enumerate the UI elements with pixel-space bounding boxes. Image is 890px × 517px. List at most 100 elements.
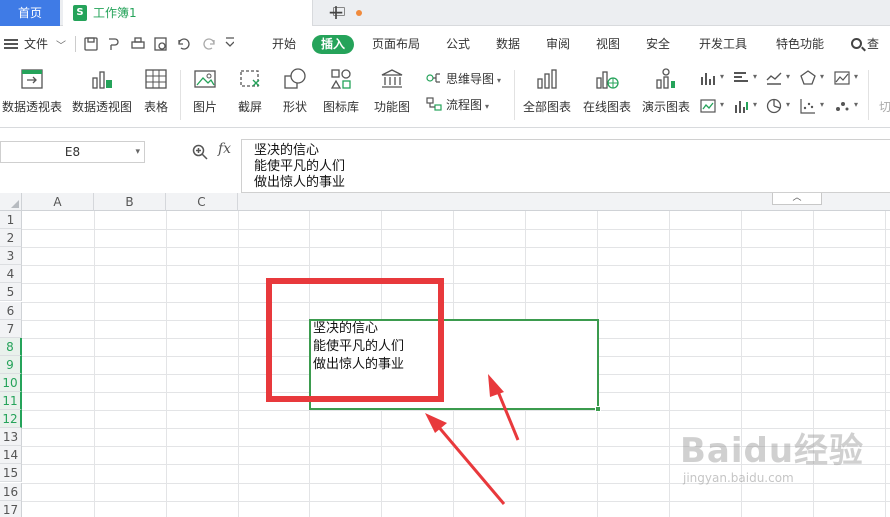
online-charts-label: 在线图表	[582, 100, 631, 114]
scatter-chart-button[interactable]: ▾	[800, 98, 836, 114]
annotation-arrowhead	[425, 413, 447, 433]
scatter-chart-icon	[800, 99, 815, 114]
radar-chart-button[interactable]: ▾	[800, 70, 836, 86]
menu-tab-start[interactable]: 开始	[272, 26, 296, 62]
pie-chart-icon	[766, 98, 782, 114]
name-box[interactable]: E8 ▾	[0, 141, 145, 163]
menu-tab-security[interactable]: 安全	[646, 26, 670, 62]
combo-chart-icon	[700, 99, 716, 113]
fx-icon[interactable]: fx	[218, 141, 231, 157]
pivot-chart-label: 数据透视图	[72, 100, 133, 114]
save-icon[interactable]	[84, 37, 98, 51]
table-label: 表格	[143, 100, 168, 114]
line-chart-icon	[766, 72, 782, 85]
menu-tab-formula[interactable]: 公式	[446, 26, 470, 62]
mind-map-label: 思维导图	[446, 72, 495, 86]
all-charts-icon	[537, 69, 557, 89]
print-icon[interactable]	[131, 41, 145, 49]
menu-tab-page-layout[interactable]: 页面布局	[372, 26, 420, 62]
print-icon-top	[134, 37, 142, 43]
annotation-arrow	[435, 424, 506, 505]
column-chart-icon	[701, 73, 715, 85]
save-icon-slot	[87, 37, 95, 43]
formula-line: 能使平凡的人们	[254, 159, 346, 174]
format-painter-icon[interactable]	[109, 38, 119, 50]
name-box-value: E8	[64, 145, 81, 159]
all-charts-label: 全部图表	[522, 100, 571, 114]
function-chart-icon	[381, 69, 403, 88]
menu-bar: 文件 ﹀ 开始 插入 页面布局 公式 数据 审阅 视图 安全 开发工具 特色功能…	[0, 26, 890, 87]
annotation-arrow	[495, 388, 520, 441]
pie-chart-button[interactable]: ▾	[766, 98, 802, 114]
menu-divider	[75, 36, 76, 52]
redo-icon[interactable]	[203, 38, 215, 50]
title-tab-bar: 首页 S 工作簿1 +	[0, 0, 890, 26]
chevron-down-icon[interactable]: ▾	[135, 142, 140, 162]
function-chart-label: 功能图	[373, 100, 410, 114]
customize-toolbar-icon[interactable]	[225, 37, 234, 47]
flowchart-icon	[426, 97, 442, 111]
menu-tab-developer[interactable]: 开发工具	[699, 26, 747, 62]
screenshot-button[interactable]: 截屏	[231, 66, 269, 115]
ribbon-overflow-label[interactable]: 切	[879, 98, 890, 115]
spreadsheet-icon: S	[73, 5, 87, 21]
flowchart-button[interactable]: 流程图 ▾	[426, 96, 489, 113]
table-icon	[145, 69, 167, 89]
pivot-chart-icon	[92, 71, 112, 89]
pivot-table-icon	[21, 69, 43, 89]
mind-map-button[interactable]: 思维导图 ▾	[426, 70, 501, 87]
menu-tab-special[interactable]: 特色功能	[776, 26, 824, 62]
demo-charts-icon	[656, 68, 675, 89]
stock-chart-icon	[735, 101, 748, 113]
formula-bar: E8 ▾ fx 坚决的信心 能使平凡的人们 做出惊人的事业	[0, 139, 890, 193]
formula-input[interactable]: 坚决的信心 能使平凡的人们 做出惊人的事业	[241, 139, 890, 193]
online-charts-button[interactable]: 在线图表	[580, 66, 634, 115]
area-chart-button[interactable]: ▾	[834, 70, 870, 86]
bar-chart-button[interactable]: ▾	[733, 70, 769, 86]
annotation-arrowhead	[488, 374, 504, 397]
add-tab-button[interactable]: +	[325, 0, 347, 26]
ribbon-divider	[514, 70, 515, 120]
document-title: 工作簿1	[93, 6, 137, 20]
icon-library-icon	[330, 69, 351, 89]
menu-tab-view[interactable]: 视图	[596, 26, 620, 62]
function-chart-button[interactable]: 功能图	[368, 66, 416, 115]
spreadsheet-grid[interactable]: A B C ︿ 123456789101112131415161718 坚决的信…	[0, 193, 890, 517]
picture-button[interactable]: 图片	[186, 66, 224, 115]
formula-line: 做出惊人的事业	[254, 175, 346, 190]
tab-document[interactable]: S 工作簿1	[63, 0, 362, 26]
all-charts-button[interactable]: 全部图表	[520, 66, 574, 115]
stock-chart-button[interactable]: ▾	[733, 98, 769, 114]
combo-chart-button[interactable]: ▾	[700, 98, 736, 114]
print-preview-lens	[158, 42, 166, 50]
demo-charts-button[interactable]: 演示图表	[639, 66, 693, 115]
pivot-table-button[interactable]: 数据透视表	[2, 66, 62, 115]
table-button[interactable]: 表格	[140, 66, 172, 115]
column-chart-button[interactable]: ▾	[700, 70, 736, 86]
mind-map-icon	[426, 73, 440, 83]
hamburger-menu-icon[interactable]	[4, 39, 18, 49]
zoom-icon[interactable]	[192, 144, 208, 160]
line-chart-button[interactable]: ▾	[766, 70, 802, 86]
file-menu[interactable]: 文件	[24, 26, 48, 62]
shape-button[interactable]: 形状	[276, 66, 314, 115]
screenshot-icon	[240, 70, 260, 87]
undo-icon[interactable]	[178, 38, 190, 50]
pivot-table-label: 数据透视表	[2, 100, 63, 114]
menu-tab-insert[interactable]: 插入	[312, 35, 355, 54]
menu-tab-review[interactable]: 审阅	[546, 26, 570, 62]
shape-label: 形状	[282, 100, 307, 114]
tab-home[interactable]: 首页	[0, 0, 60, 26]
picture-icon	[194, 70, 216, 88]
quick-access-toolbar	[84, 37, 234, 51]
formula-line: 坚决的信心	[254, 143, 320, 158]
chevron-down-icon[interactable]: ﹀	[56, 37, 66, 52]
menu-tab-data[interactable]: 数据	[496, 26, 520, 62]
flowchart-label: 流程图	[446, 98, 483, 112]
pivot-chart-button[interactable]: 数据透视图	[72, 66, 132, 115]
icon-library-button[interactable]: 图标库	[321, 66, 361, 115]
watermark-url: jingyan.baidu.com	[683, 471, 794, 485]
watermark-logo: Baidu经验	[680, 431, 865, 471]
more-charts-button[interactable]: ▾	[834, 98, 870, 114]
bar-chart-icon	[734, 72, 748, 82]
